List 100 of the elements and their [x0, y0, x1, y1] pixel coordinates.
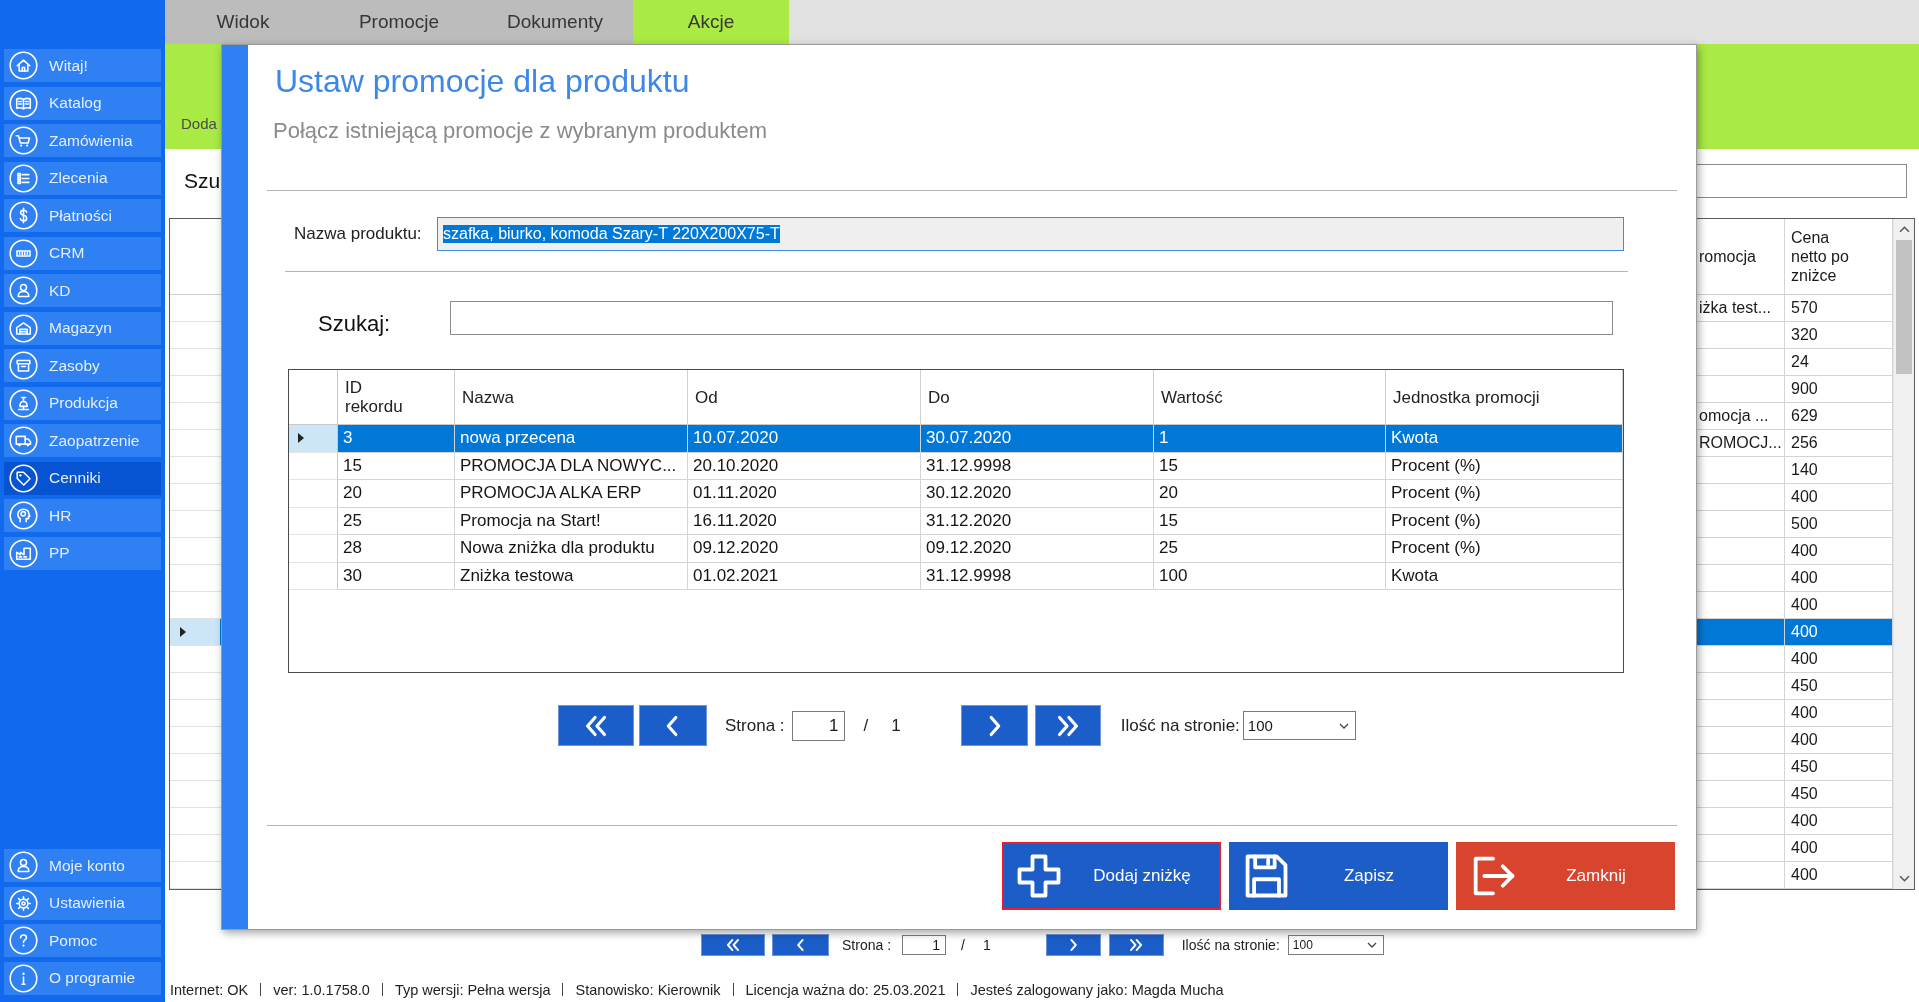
- table-cell: PROMOCJA DLA NOWYC...: [455, 452, 688, 480]
- table-cell: 31.12.9998: [921, 562, 1154, 590]
- sidebar-item[interactable]: Cenniki: [4, 461, 161, 495]
- status-text: Typ wersji: Pełna wersja: [394, 981, 551, 998]
- previous-page-button[interactable]: [772, 934, 829, 956]
- person-icon: [9, 851, 38, 880]
- search-field[interactable]: [450, 301, 1613, 335]
- table-cell: 15: [338, 452, 455, 480]
- scrollbar[interactable]: [1893, 219, 1914, 889]
- box-icon: [9, 351, 38, 380]
- first-page-button[interactable]: [701, 934, 765, 956]
- menu-tab[interactable]: Promocje: [321, 0, 477, 44]
- dialog-subtitle: Połącz istniejącą promocje z wybranym produktem: [273, 117, 767, 145]
- table-cell: Zniżka testowa: [455, 562, 688, 590]
- table-cell: 31.12.9998: [921, 452, 1154, 480]
- status-text: ver: 1.0.1758.0: [273, 981, 370, 998]
- last-page-button[interactable]: [1034, 705, 1101, 746]
- lamp-icon: [9, 388, 38, 418]
- book-icon: [9, 88, 38, 118]
- table-cell: 30.07.2020: [921, 425, 1154, 453]
- table-cell: 25: [338, 507, 455, 535]
- table-cell: 1: [1154, 425, 1386, 453]
- page-size-label: Ilość na stronie:: [1181, 937, 1280, 953]
- search-field[interactable]: [1697, 164, 1907, 198]
- table-cell: 01.11.2020: [688, 480, 921, 508]
- table-cell: 20.10.2020: [688, 452, 921, 480]
- table-cell: PROMOCJA ALKA ERP: [455, 480, 688, 508]
- caret-down-icon: [1366, 942, 1377, 948]
- table-row[interactable]: 30 Zniżka testowa 01.02.2021 31.12.9998 100 Kwota: [289, 562, 1623, 590]
- total-pages: 1: [982, 937, 991, 953]
- menu-tab[interactable]: Dokumenty: [477, 0, 633, 44]
- head-icon: [9, 501, 38, 530]
- page-label: Strona :: [842, 937, 892, 953]
- menu-tab[interactable]: Widok: [165, 0, 321, 44]
- next-page-button[interactable]: [960, 705, 1028, 746]
- save-button[interactable]: Zapisz: [1229, 842, 1448, 910]
- table-cell: 100: [1154, 562, 1386, 590]
- table-row[interactable]: 3 nowa przecena 10.07.2020 30.07.2020 1 Kwota: [289, 425, 1623, 453]
- add-discount-button[interactable]: Dodaj zniżkę: [1002, 842, 1221, 910]
- truck-icon: [9, 426, 38, 455]
- page-number-field[interactable]: 1: [791, 710, 845, 741]
- table-row[interactable]: 20 PROMOCJA ALKA ERP 01.11.2020 30.12.2020 20 Procent (%): [289, 480, 1623, 508]
- settings-icon: [9, 888, 38, 918]
- table-cell: Kwota: [1386, 425, 1623, 453]
- table-row[interactable]: 28 Nowa zniżka dla produktu 09.12.2020 09.12.2020 25 Procent (%): [289, 535, 1623, 563]
- table-cell: Procent (%): [1386, 480, 1623, 508]
- table-cell: Procent (%): [1386, 452, 1623, 480]
- field-label: Nazwa produktu:: [294, 224, 422, 244]
- page-separator: /: [961, 937, 965, 953]
- row-pointer-icon: [180, 627, 186, 637]
- table-cell: 10.07.2020: [688, 425, 921, 453]
- row-pointer-icon: [298, 433, 304, 444]
- product-name-field[interactable]: szafka, biurko, komoda Szary-T 220X200X75-T: [437, 217, 1624, 251]
- table-row[interactable]: 25 Promocja na Start! 16.11.2020 31.12.2020 15 Procent (%): [289, 507, 1623, 535]
- caret-up-icon[interactable]: [1898, 226, 1910, 233]
- table-cell: Nowa zniżka dla produktu: [455, 535, 688, 563]
- table-cell: 09.12.2020: [921, 535, 1154, 563]
- caret-down-icon[interactable]: [1898, 875, 1910, 882]
- table-cell: 30: [338, 562, 455, 590]
- table-row[interactable]: 15 PROMOCJA DLA NOWYC... 20.10.2020 31.12.9998 15 Procent (%): [289, 452, 1623, 480]
- page-number-field[interactable]: 1: [902, 935, 947, 955]
- page-size-dropdown[interactable]: 100: [1287, 935, 1384, 955]
- checklist-icon: [9, 163, 38, 193]
- table-cell: 20: [1154, 480, 1386, 508]
- previous-page-button[interactable]: [639, 705, 707, 746]
- factory-icon: [9, 538, 38, 568]
- dialog-title: Ustaw promocje dla produktu: [275, 62, 690, 101]
- table-cell: Procent (%): [1386, 535, 1623, 563]
- warehouse-icon: [9, 313, 38, 343]
- menu-tab[interactable]: Akcje: [633, 0, 789, 44]
- search-label: Szu: [184, 169, 221, 193]
- tag-icon: [9, 463, 38, 493]
- table-cell: 09.12.2020: [688, 535, 921, 563]
- table-cell: 16.11.2020: [688, 507, 921, 535]
- ribbon-label[interactable]: Doda: [181, 115, 217, 132]
- close-button[interactable]: Zamknij: [1456, 842, 1675, 910]
- status-text: Internet: OK: [170, 981, 249, 998]
- status-text: Stanowisko: Kierownik: [575, 981, 721, 998]
- double-chevron-left-icon: [724, 936, 742, 954]
- status-text: Licencja ważna do: 25.03.2021: [745, 981, 946, 998]
- table-cell: 30.12.2020: [921, 480, 1154, 508]
- table-cell: Kwota: [1386, 562, 1623, 590]
- table-cell: 01.02.2021: [688, 562, 921, 590]
- table-cell: 15: [1154, 507, 1386, 535]
- first-page-button[interactable]: [558, 705, 634, 746]
- person-icon: [9, 276, 38, 305]
- table-cell: 20: [338, 480, 455, 508]
- house-icon: [9, 51, 38, 80]
- scrollbar-thumb[interactable]: [1896, 240, 1912, 374]
- page-size-dropdown[interactable]: 100: [1242, 711, 1356, 740]
- info-icon: [9, 963, 38, 993]
- next-page-button[interactable]: [1045, 934, 1101, 956]
- table-cell: Promocja na Start!: [455, 507, 688, 535]
- table-cell: nowa przecena: [455, 425, 688, 453]
- table-cell: Procent (%): [1386, 507, 1623, 535]
- dollar-icon: [9, 201, 38, 230]
- table-cell: 25: [1154, 535, 1386, 563]
- table-cell: 28: [338, 535, 455, 563]
- last-page-button[interactable]: [1108, 934, 1164, 956]
- ruler-icon: [9, 238, 38, 268]
